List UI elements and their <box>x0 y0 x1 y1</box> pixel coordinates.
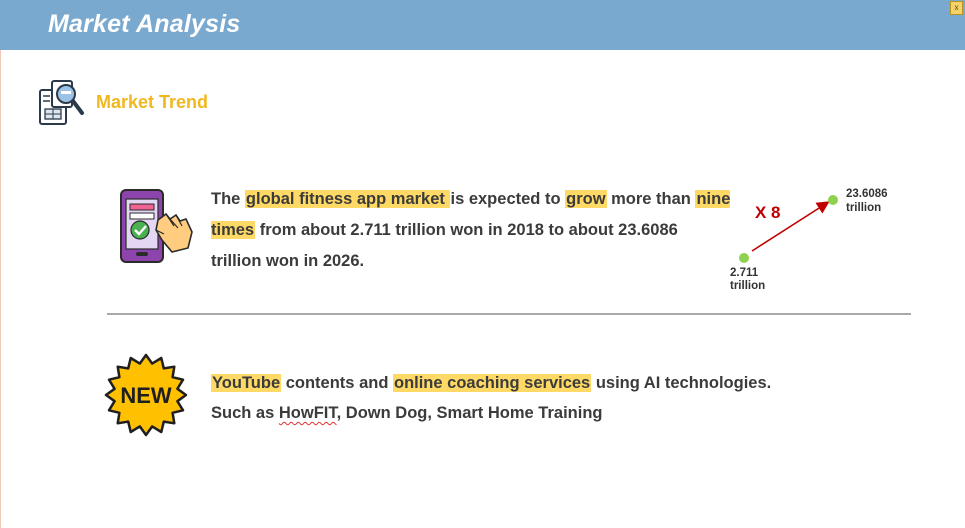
start-point <box>739 253 749 263</box>
text-segment: more than <box>606 190 696 208</box>
highlight-online-coaching: online coaching services <box>392 374 592 392</box>
close-button[interactable]: x <box>950 1 963 15</box>
phone-touch-check-icon <box>118 188 196 271</box>
left-border <box>0 50 1 528</box>
news-line-1: YouTube contents and online coaching ser… <box>211 368 831 398</box>
text-segment: The <box>211 190 245 208</box>
section-divider <box>107 313 911 315</box>
section-title: Market Trend <box>96 92 209 112</box>
text-segment: , Down Dog, Smart Home Training <box>336 404 603 422</box>
report-magnifier-icon <box>36 78 86 133</box>
new-badge-label: NEW <box>120 383 172 408</box>
page-title: Market Analysis <box>48 10 241 38</box>
text-segment: from about 2.711 trillion won in 2018 to… <box>211 221 678 270</box>
header-bar: Market Analysis x <box>0 0 965 50</box>
multiplier-label: X 8 <box>755 203 781 222</box>
text-segment: using AI technologies. <box>591 374 772 392</box>
growth-diagram: X 8 2.711 trillion 23.6086 trillion <box>730 188 888 292</box>
highlight-youtube: YouTube <box>211 374 282 392</box>
highlight-grow: grow <box>565 190 607 208</box>
news-paragraph: YouTube contents and online coaching ser… <box>211 368 831 428</box>
trend-paragraph: The global fitness app market is expecte… <box>211 184 731 277</box>
news-line-2: Such as HowFIT, Down Dog, Smart Home Tra… <box>211 398 831 428</box>
spellcheck-word-howfit: HowFIT <box>278 404 337 422</box>
text-segment: contents and <box>281 374 393 392</box>
end-value: 23.6086 <box>846 188 888 200</box>
text-segment: is expected to <box>450 190 566 208</box>
end-point <box>828 195 838 205</box>
text-segment: Such as <box>211 404 279 422</box>
end-unit: trillion <box>846 202 881 214</box>
new-badge-icon: NEW <box>104 353 188 442</box>
highlight-global-fitness-app-market: global fitness app market <box>244 190 451 208</box>
start-unit: trillion <box>730 280 765 292</box>
start-value: 2.711 <box>730 267 759 279</box>
